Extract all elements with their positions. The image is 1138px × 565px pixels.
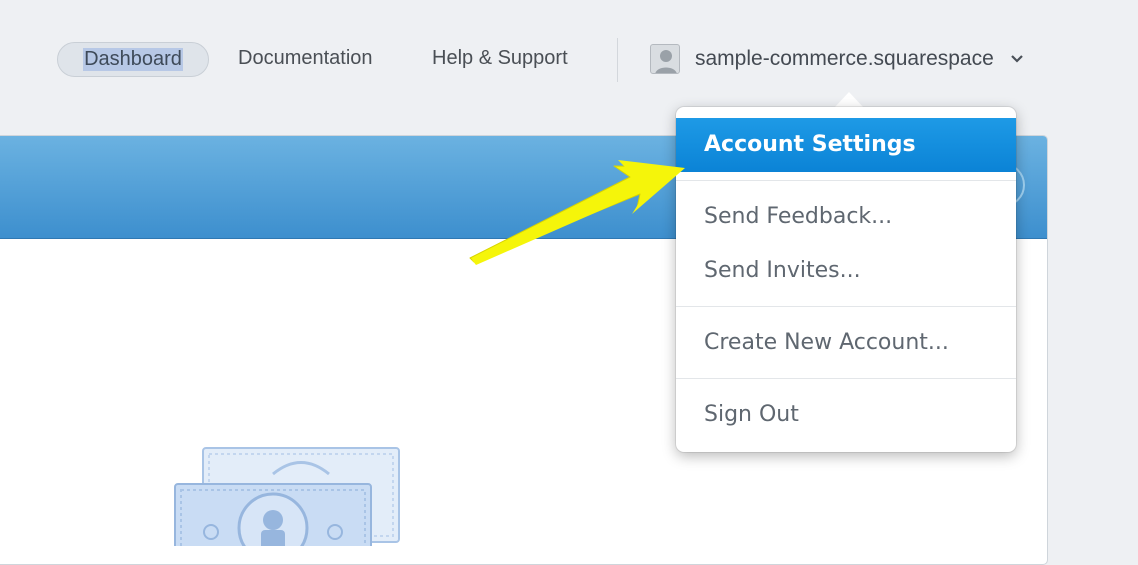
nav-help-support-link[interactable]: Help & Support: [432, 47, 568, 70]
chevron-down-icon: [1011, 55, 1023, 63]
menu-item-account-settings[interactable]: Account Settings: [676, 118, 1016, 172]
user-avatar-icon: [650, 44, 680, 74]
menu-item-send-feedback[interactable]: Send Feedback...: [676, 206, 1016, 228]
menu-separator: [676, 180, 1016, 181]
account-name: sample-commerce.squarespace: [695, 47, 994, 70]
menu-item-send-invites[interactable]: Send Invites...: [676, 260, 1016, 282]
menu-item-sign-out[interactable]: Sign Out: [676, 404, 1016, 426]
nav-documentation-link[interactable]: Documentation: [238, 47, 373, 70]
nav-divider: [617, 38, 618, 82]
account-menu-toggle[interactable]: sample-commerce.squarespace: [650, 42, 1024, 76]
nav-dashboard-button[interactable]: Dashboard: [57, 42, 209, 77]
nav-dashboard-label: Dashboard: [83, 48, 183, 71]
dropdown-caret: [834, 92, 864, 108]
menu-separator: [676, 378, 1016, 379]
top-navigation: Dashboard Documentation Help & Support s…: [0, 0, 1138, 110]
menu-separator: [676, 306, 1016, 307]
money-bills-icon: [174, 447, 400, 546]
menu-item-create-new-account[interactable]: Create New Account...: [676, 332, 1016, 354]
account-dropdown-menu: Account Settings Send Feedback... Send I…: [676, 107, 1016, 452]
